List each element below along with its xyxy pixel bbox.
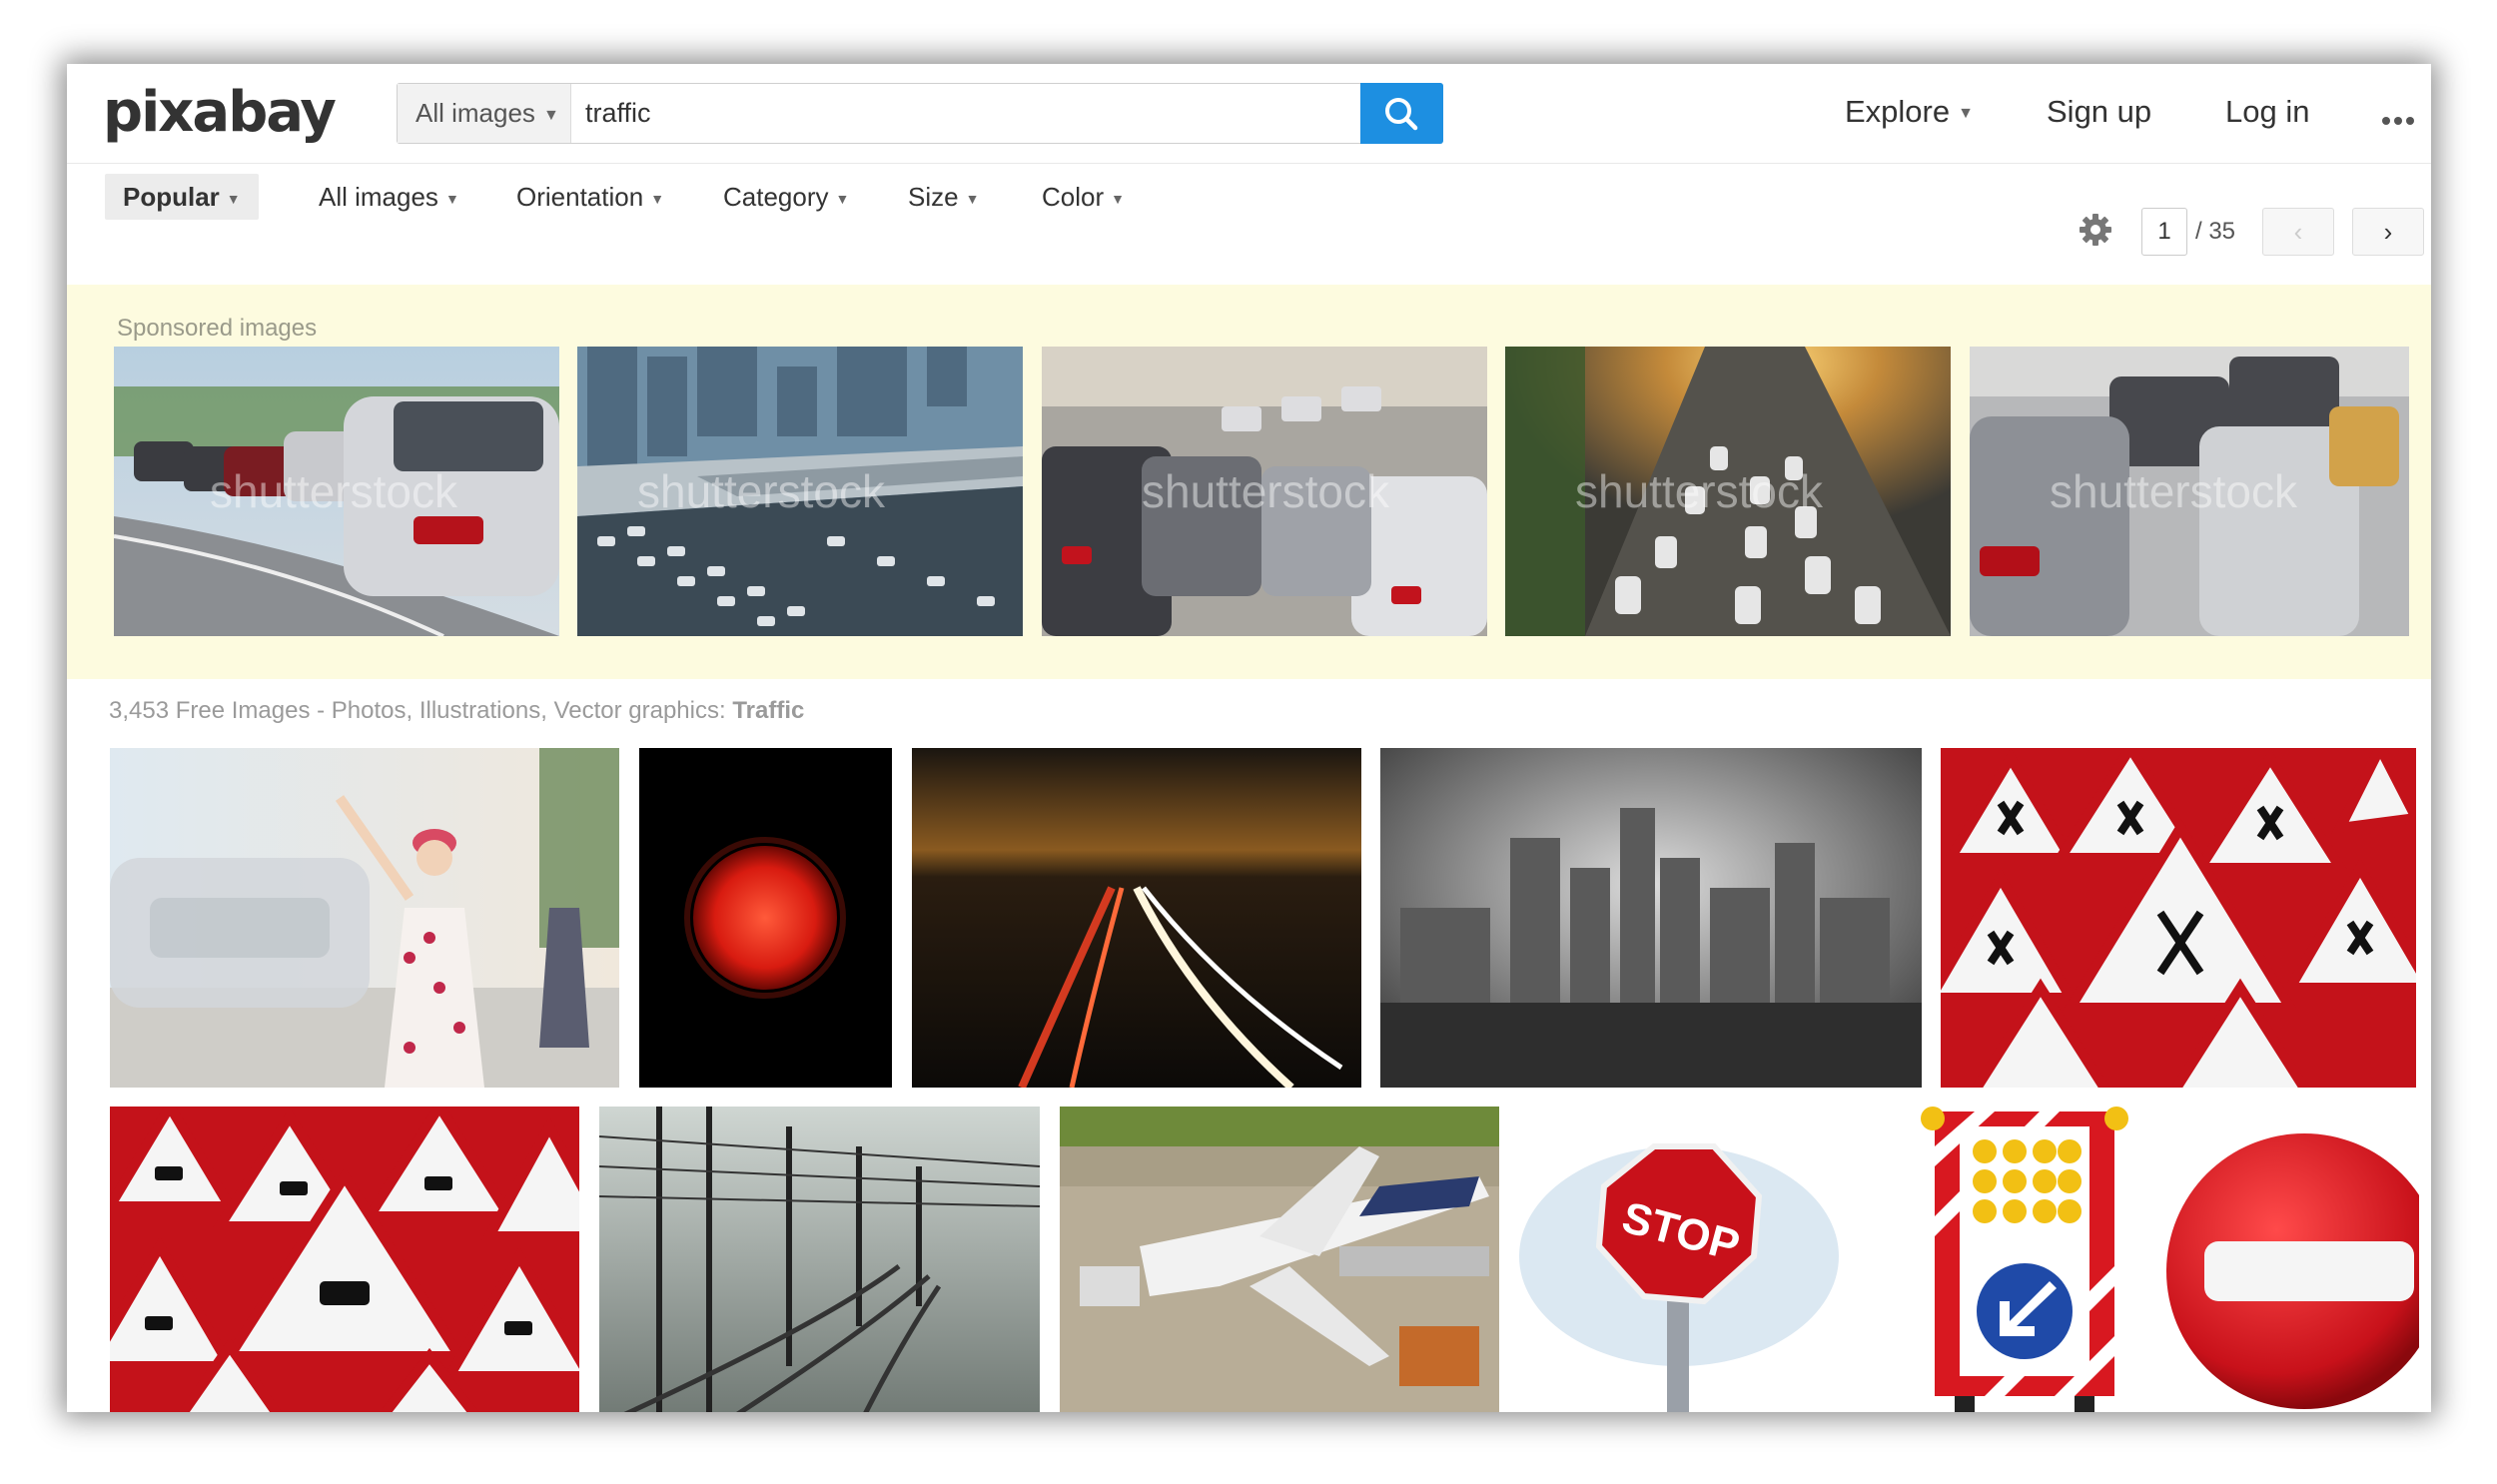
result-image-slippery-signs[interactable]	[110, 1107, 579, 1412]
sort-label: Popular	[123, 182, 220, 212]
sponsored-image[interactable]: shutterstock	[1970, 347, 2409, 636]
result-image-roadwork-sign[interactable]	[1905, 1107, 2144, 1412]
next-page-button[interactable]: ›	[2352, 208, 2424, 256]
browser-window: pixabay All images ▼ Explore ▼ Sign up Log…	[67, 64, 2431, 1412]
prev-page-button[interactable]: ‹	[2262, 208, 2334, 256]
explore-menu[interactable]: Explore ▼	[1845, 94, 1974, 130]
result-image-warning-signs[interactable]	[1941, 748, 2416, 1088]
watermark-text: shutterstock	[637, 465, 885, 517]
color-label: Color	[1042, 182, 1105, 212]
result-image-woman-taxi[interactable]	[110, 748, 619, 1088]
signup-link[interactable]: Sign up	[2047, 94, 2151, 130]
more-dots-icon[interactable]	[2382, 112, 2418, 130]
search-type-label: All images	[416, 98, 535, 128]
chevron-down-icon: ▼	[835, 191, 850, 208]
size-dropdown[interactable]: Size ▼	[908, 174, 979, 220]
explore-label: Explore	[1845, 94, 1951, 129]
results-query: Traffic	[732, 697, 805, 724]
chevron-down-icon: ▼	[542, 106, 559, 124]
search-type-dropdown[interactable]: All images ▼	[398, 84, 571, 143]
watermark-text: shutterstock	[1142, 465, 1389, 517]
watermark-text: shutterstock	[1575, 465, 1823, 517]
results-count: 3,453 Free Images - Photos, Illustration…	[109, 697, 804, 725]
chevron-down-icon: ▼	[1111, 191, 1125, 208]
gear-icon[interactable]	[2078, 212, 2113, 248]
result-image-no-entry[interactable]	[2159, 1107, 2419, 1412]
page-total: / 35	[2195, 218, 2236, 245]
sponsored-image[interactable]: shutterstock	[1042, 347, 1487, 636]
chevron-down-icon: ▼	[965, 191, 980, 208]
search-input[interactable]	[585, 84, 1354, 143]
chevron-down-icon: ▼	[1958, 104, 1974, 122]
chevron-down-icon: ▼	[226, 191, 241, 208]
results-count-text: 3,453 Free Images - Photos, Illustration…	[109, 697, 733, 724]
size-label: Size	[908, 182, 959, 212]
category-dropdown[interactable]: Category ▼	[723, 174, 849, 220]
sort-dropdown[interactable]: Popular ▼	[105, 174, 259, 220]
sponsored-image[interactable]: shutterstock	[577, 347, 1023, 636]
watermark-text: shutterstock	[2050, 465, 2297, 517]
chevron-down-icon: ▼	[444, 191, 459, 208]
search-button[interactable]	[1360, 83, 1443, 144]
watermark-text: shutterstock	[210, 465, 457, 517]
result-image-airplane[interactable]	[1060, 1107, 1499, 1412]
result-image-stop-sign[interactable]: STOP	[1519, 1107, 1889, 1412]
top-bar: pixabay All images ▼ Explore ▼ Sign up Log…	[67, 64, 2431, 164]
search-bar: All images ▼	[397, 83, 1443, 144]
pixabay-logo[interactable]: pixabay	[103, 80, 337, 145]
result-image-city-skyline[interactable]	[1380, 748, 1922, 1088]
result-image-night-highway[interactable]	[912, 748, 1361, 1088]
result-image-red-light[interactable]	[639, 748, 892, 1088]
category-label: Category	[723, 182, 829, 212]
image-type-label: All images	[319, 182, 438, 212]
search-icon	[1385, 98, 1418, 131]
sponsored-image[interactable]: shutterstock	[1505, 347, 1951, 636]
sponsored-label: Sponsored images	[117, 315, 318, 342]
sponsored-image[interactable]: shutterstock	[114, 347, 559, 636]
color-dropdown[interactable]: Color ▼	[1042, 174, 1125, 220]
chevron-left-icon: ‹	[2293, 217, 2303, 247]
image-type-dropdown[interactable]: All images ▼	[319, 174, 459, 220]
page-number-input[interactable]: 1	[2141, 208, 2187, 256]
chevron-right-icon: ›	[2383, 217, 2393, 247]
chevron-down-icon: ▼	[650, 191, 665, 208]
result-image-railway-fog[interactable]	[599, 1107, 1040, 1412]
login-link[interactable]: Log in	[2225, 94, 2309, 130]
orientation-label: Orientation	[516, 182, 644, 212]
orientation-dropdown[interactable]: Orientation ▼	[516, 174, 664, 220]
